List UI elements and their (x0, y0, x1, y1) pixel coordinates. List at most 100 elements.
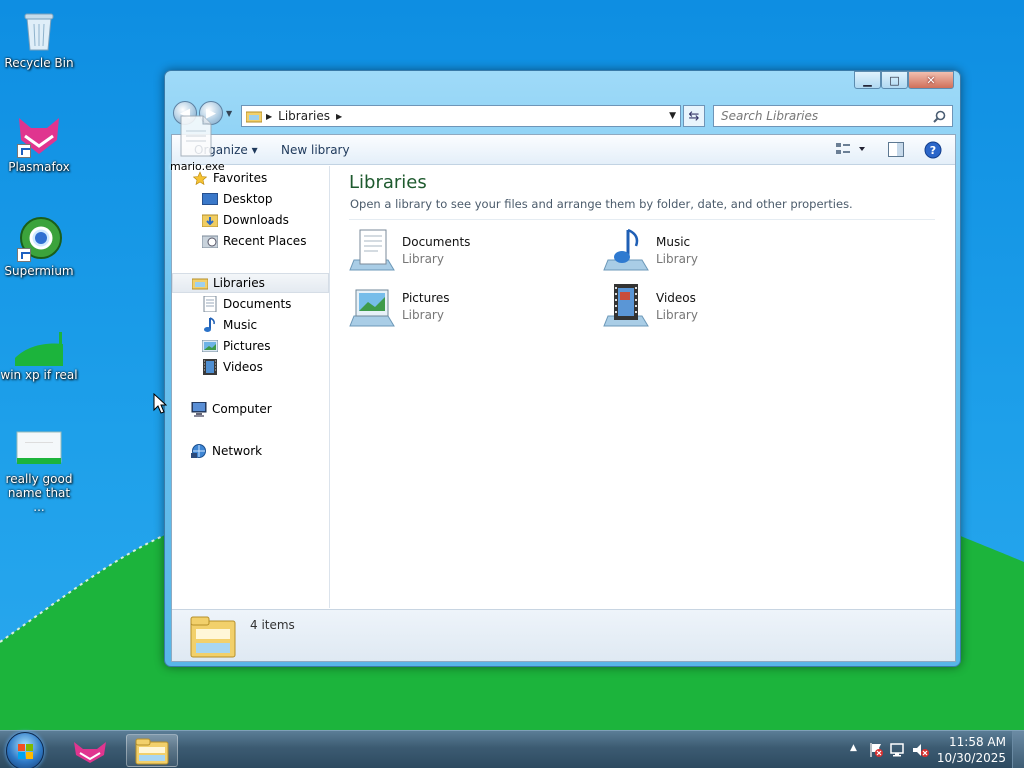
image-file-icon (15, 422, 63, 470)
nav-downloads[interactable]: Downloads (172, 210, 329, 230)
clock-time: 11:58 AM (949, 735, 1006, 749)
view-options-icon (836, 143, 865, 154)
desktop-icon-win-xp[interactable]: win xp if real (0, 318, 78, 382)
maximize-button[interactable]: □ (881, 71, 908, 89)
refresh-icon: ⇆ (688, 108, 700, 124)
libraries-icon (245, 109, 263, 123)
caption-buttons: ▁ □ ✕ (854, 71, 954, 89)
help-icon: ? (924, 141, 942, 159)
explorer-window[interactable]: ▁ □ ✕ ◀ ▶ ▼ ▶ Libraries ▶ ▼ ⇆ Search Lib… (164, 70, 961, 667)
command-bar: Organize ▾ New library ? (172, 135, 955, 165)
preview-pane-button[interactable] (888, 142, 904, 160)
clock[interactable]: 11:58 AM 10/30/2025 (937, 734, 1006, 766)
library-item-documents[interactable]: Documents Library (348, 226, 578, 274)
desktop-icon-really-good-name[interactable]: really good name that ... (0, 422, 78, 514)
desktop-icon-plasmafox[interactable]: Plasmafox (0, 110, 78, 174)
library-name: Videos (656, 290, 696, 305)
show-hidden-icons-button[interactable]: ▲ (850, 743, 857, 753)
network-status-icon[interactable] (890, 742, 906, 761)
library-name: Documents (402, 234, 471, 249)
recent-pages-icon[interactable]: ▼ (226, 109, 232, 118)
system-tray: ▲ 11:58 AM 10/30/2025 (824, 731, 1024, 768)
nav-libraries[interactable]: Libraries (172, 273, 329, 293)
recycle-bin-icon (15, 6, 63, 54)
plasmafox-icon (74, 741, 106, 763)
computer-icon (191, 401, 207, 417)
nav-music[interactable]: Music (172, 315, 329, 335)
explorer-client-area: Organize ▾ New library ? Favorites Deskt… (171, 134, 956, 662)
recent-places-icon (202, 233, 218, 249)
windows-logo-icon (18, 744, 33, 759)
library-item-pictures[interactable]: Pictures Library (348, 282, 578, 330)
desktop-icon-label: really good name that ... (5, 472, 73, 514)
volume-muted-icon[interactable] (912, 742, 930, 761)
downloads-folder-icon (202, 212, 218, 228)
library-type: Library (656, 307, 698, 322)
search-placeholder: Search Libraries (721, 109, 819, 123)
libraries-large-icon (190, 615, 236, 662)
close-button[interactable]: ✕ (908, 71, 954, 89)
libraries-icon (192, 275, 208, 291)
breadcrumb-arrow-icon[interactable]: ▶ (266, 112, 272, 121)
folder-icon (135, 738, 169, 764)
clock-date: 10/30/2025 (936, 751, 1006, 765)
address-bar[interactable]: ▶ Libraries ▶ ▼ (241, 105, 681, 127)
navigation-pane: Favorites Desktop Downloads Recent Place… (172, 166, 330, 608)
action-center-flag-icon[interactable] (868, 742, 884, 761)
show-desktop-button[interactable] (1012, 731, 1024, 768)
nav-videos[interactable]: Videos (172, 357, 329, 377)
search-box[interactable]: Search Libraries (713, 105, 953, 127)
library-item-music[interactable]: Music Library (602, 226, 832, 274)
nav-desktop[interactable]: Desktop (172, 189, 329, 209)
music-library-icon (602, 226, 652, 274)
content-pane: Libraries Open a library to see your fil… (331, 166, 955, 608)
taskbar-explorer[interactable] (126, 734, 178, 767)
help-button[interactable]: ? (924, 141, 942, 162)
page-subtitle: Open a library to see your files and arr… (350, 197, 853, 211)
videos-icon (202, 359, 218, 375)
details-pane: 4 items (172, 609, 955, 661)
breadcrumb-libraries[interactable]: Libraries (278, 109, 330, 123)
library-type: Library (402, 251, 444, 266)
start-button[interactable] (6, 732, 44, 768)
nav-computer[interactable]: Computer (172, 399, 329, 419)
library-type: Library (656, 251, 698, 266)
desktop-icon-label: Supermium (4, 264, 74, 278)
desktop-icon-label: Recycle Bin (4, 56, 74, 70)
page-title: Libraries (349, 172, 427, 193)
desktop-icon-recycle-bin[interactable]: Recycle Bin (0, 6, 78, 70)
mouse-cursor-icon (153, 393, 167, 414)
nav-network[interactable]: Network (172, 441, 329, 461)
nav-pictures[interactable]: Pictures (172, 336, 329, 356)
desktop-icon (202, 191, 218, 207)
taskbar-plasmafox[interactable] (64, 734, 116, 767)
file-icon (180, 115, 212, 157)
pictures-library-icon (348, 282, 398, 330)
pictures-icon (202, 338, 218, 354)
nav-recent-places[interactable]: Recent Places (172, 231, 329, 251)
documents-library-icon (348, 226, 398, 274)
breadcrumb-arrow-icon[interactable]: ▶ (336, 112, 342, 121)
divider (349, 219, 935, 220)
refresh-button[interactable]: ⇆ (683, 105, 705, 127)
desktop-icon-supermium[interactable]: Supermium (0, 214, 78, 278)
minimize-button[interactable]: ▁ (854, 71, 881, 89)
desktop-icon-label: win xp if real (0, 368, 78, 382)
library-name: Music (656, 234, 691, 249)
svg-text:?: ? (930, 144, 936, 157)
library-name: Pictures (402, 290, 450, 305)
music-note-icon (202, 317, 218, 333)
network-icon (191, 443, 207, 459)
address-dropdown-icon[interactable]: ▼ (669, 111, 676, 121)
dragged-file[interactable]: mario.exe (170, 115, 225, 173)
search-icon[interactable] (933, 110, 946, 126)
item-count: 4 items (250, 618, 295, 632)
supermium-icon (15, 214, 63, 262)
new-library-button[interactable]: New library (281, 143, 350, 157)
change-view-button[interactable] (834, 141, 868, 160)
nav-documents[interactable]: Documents (172, 294, 329, 314)
preview-pane-icon (888, 142, 904, 157)
taskbar: ▲ 11:58 AM 10/30/2025 (0, 730, 1024, 768)
image-file-icon (15, 318, 63, 366)
library-item-videos[interactable]: Videos Library (602, 282, 832, 330)
